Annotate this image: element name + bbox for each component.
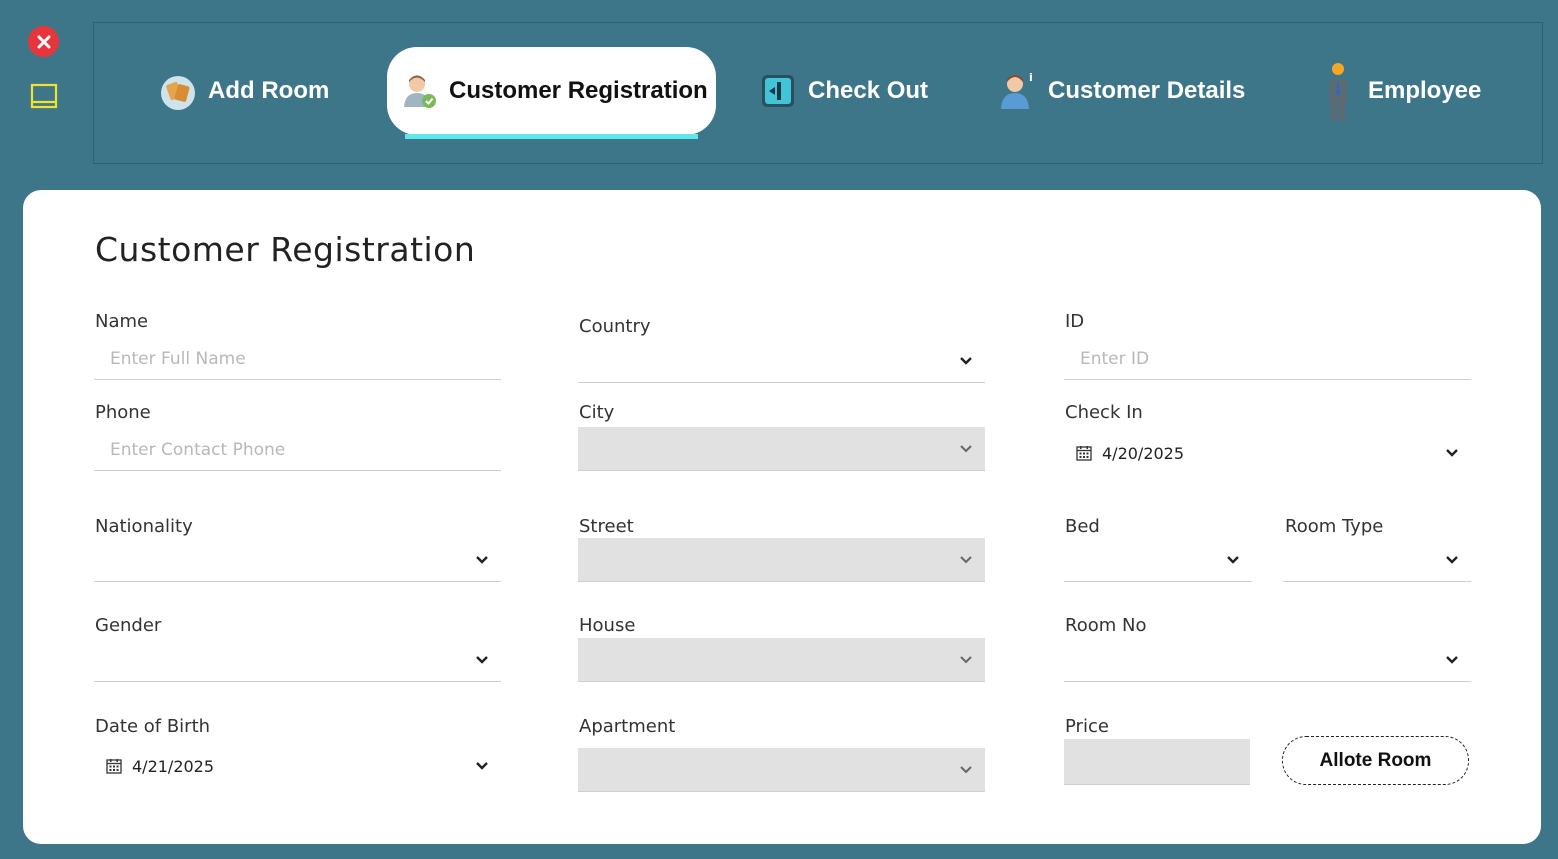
id-field[interactable] <box>1064 338 1471 380</box>
customer-info-icon: i <box>996 69 1040 113</box>
nationality-label: Nationality <box>95 516 193 537</box>
house-select[interactable] <box>578 638 985 682</box>
tab-add-room[interactable]: Add Room <box>156 47 329 135</box>
tab-label: Employee <box>1368 77 1482 104</box>
price-label: Price <box>1065 716 1109 737</box>
street-label: Street <box>579 516 634 537</box>
country-label: Country <box>579 316 651 337</box>
registration-card: Customer Registration Name Phone Nationa… <box>23 190 1541 844</box>
room-icon <box>156 69 200 113</box>
top-navigation: Add Room Customer Registration Check Out <box>93 22 1543 164</box>
room-no-label: Room No <box>1065 615 1147 636</box>
check-in-date-picker[interactable]: 4/20/2025 <box>1064 431 1471 475</box>
minimize-button[interactable] <box>30 82 58 110</box>
check-in-label: Check In <box>1065 402 1143 423</box>
bed-label: Bed <box>1065 516 1100 537</box>
chevron-down-icon <box>960 444 972 452</box>
chevron-down-icon <box>1446 655 1458 664</box>
gender-label: Gender <box>95 615 162 636</box>
nationality-select[interactable] <box>94 538 501 582</box>
country-select[interactable] <box>578 339 985 383</box>
allot-room-button[interactable]: Allote Room <box>1282 736 1469 785</box>
exit-door-icon <box>756 69 800 113</box>
city-label: City <box>579 402 615 423</box>
city-select[interactable] <box>578 427 985 471</box>
room-type-select[interactable] <box>1283 538 1471 582</box>
street-select[interactable] <box>578 538 985 582</box>
house-label: House <box>579 615 636 636</box>
id-label: ID <box>1065 311 1085 332</box>
page-title: Customer Registration <box>95 230 476 269</box>
chevron-down-icon <box>1227 555 1239 564</box>
gender-select[interactable] <box>94 638 501 682</box>
tab-label: Customer Registration <box>449 77 708 104</box>
chevron-down-icon <box>960 356 972 365</box>
employee-icon <box>1316 63 1360 121</box>
customer-add-icon <box>397 69 441 113</box>
phone-field[interactable] <box>94 429 501 471</box>
chevron-down-icon <box>960 765 972 773</box>
chevron-down-icon <box>960 655 972 663</box>
name-input[interactable] <box>110 348 501 369</box>
id-input[interactable] <box>1080 348 1471 369</box>
room-type-label: Room Type <box>1285 516 1384 537</box>
apartment-label: Apartment <box>579 716 676 737</box>
tab-check-out[interactable]: Check Out <box>756 47 928 135</box>
tab-label: Add Room <box>208 77 330 104</box>
dob-value: 4/21/2025 <box>132 756 215 776</box>
chevron-down-icon <box>476 762 488 770</box>
close-icon <box>37 35 50 48</box>
tab-label: Check Out <box>808 77 929 104</box>
chevron-down-icon <box>1446 555 1458 564</box>
room-no-select[interactable] <box>1064 638 1471 682</box>
close-button[interactable] <box>28 26 59 57</box>
chevron-down-icon <box>1446 449 1458 457</box>
phone-input[interactable] <box>110 439 501 460</box>
name-field[interactable] <box>94 338 501 380</box>
check-in-value: 4/20/2025 <box>1102 443 1185 463</box>
calendar-icon <box>1076 446 1092 461</box>
dob-label: Date of Birth <box>95 716 211 737</box>
chevron-down-icon <box>960 555 972 563</box>
tab-customer-details[interactable]: i Customer Details <box>996 47 1245 135</box>
chevron-down-icon <box>476 555 488 564</box>
bed-select[interactable] <box>1064 538 1252 582</box>
tab-customer-registration[interactable]: Customer Registration <box>387 47 716 139</box>
tab-employee[interactable]: Employee <box>1316 47 1481 135</box>
svg-text:i: i <box>1029 71 1033 84</box>
price-field[interactable] <box>1064 739 1250 785</box>
chevron-down-icon <box>476 655 488 664</box>
apartment-select[interactable] <box>578 748 985 792</box>
phone-label: Phone <box>95 402 151 423</box>
minimize-icon <box>30 83 58 109</box>
tab-label: Customer Details <box>1048 77 1246 104</box>
dob-date-picker[interactable]: 4/21/2025 <box>94 744 501 788</box>
name-label: Name <box>95 311 149 332</box>
calendar-icon <box>106 759 122 774</box>
